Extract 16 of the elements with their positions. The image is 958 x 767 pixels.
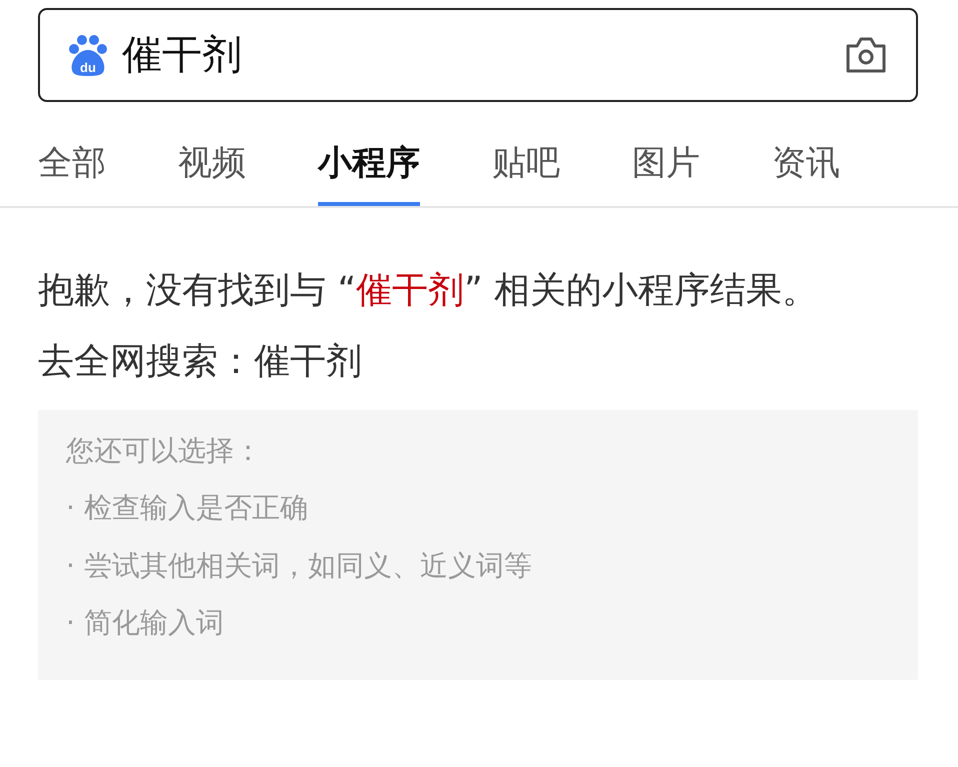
- search-field[interactable]: du 催干剂: [38, 8, 918, 102]
- suggestion-item: · 检查输入是否正确: [66, 491, 309, 525]
- tab[interactable]: 小程序: [318, 146, 420, 206]
- tab[interactable]: 贴吧: [492, 146, 560, 206]
- no-results-message: 抱歉，没有找到与 “催干剂” 相关的小程序结果。: [38, 269, 820, 313]
- web-search-link[interactable]: 催干剂: [254, 338, 362, 386]
- suggestion-item: · 简化输入词: [66, 606, 225, 640]
- tab[interactable]: 全部: [38, 146, 106, 206]
- tab[interactable]: 图片: [632, 146, 700, 206]
- tab[interactable]: 视频: [178, 146, 246, 206]
- camera-icon[interactable]: [844, 36, 888, 74]
- suggestion-item: · 尝试其他相关词，如同义、近义词等: [66, 548, 533, 582]
- search-query: 催干剂: [122, 35, 243, 75]
- suggestions-title: 您还可以选择：: [66, 434, 263, 468]
- tab[interactable]: 资讯: [772, 146, 840, 206]
- web-search-label: 去全网搜索：: [38, 340, 254, 384]
